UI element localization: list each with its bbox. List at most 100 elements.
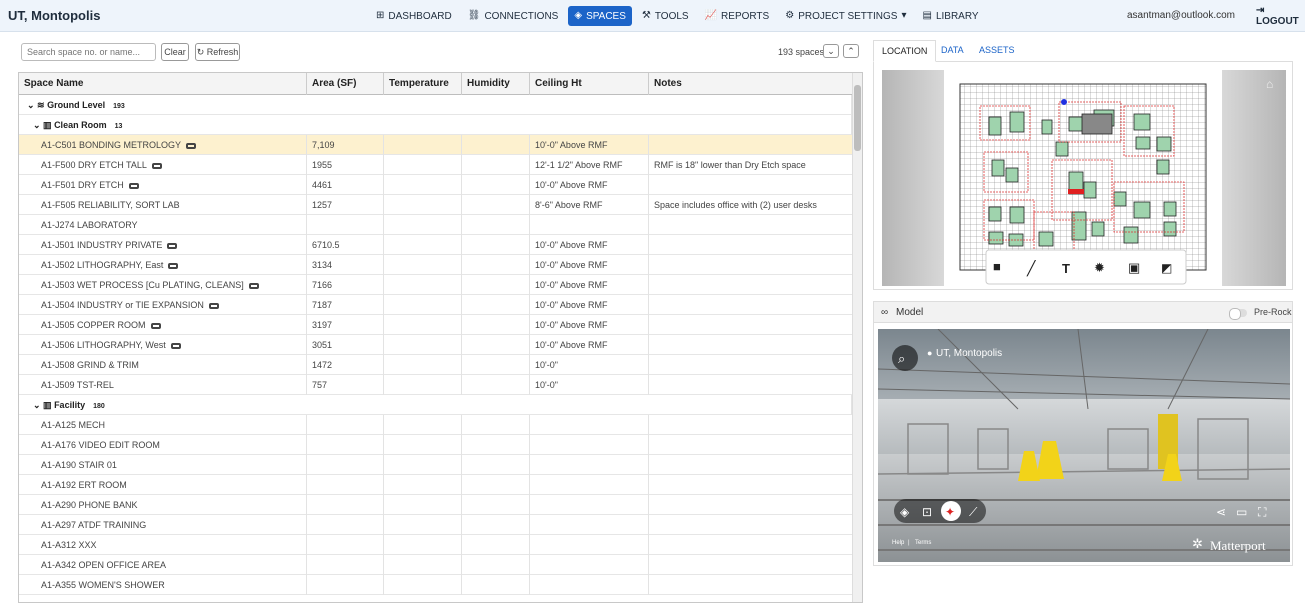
table-row[interactable]: A1-J501 INDUSTRY PRIVATE 6710.5 10'-0" Abo… — [19, 235, 852, 255]
humidity-cell — [462, 195, 530, 215]
empty-cell — [384, 415, 462, 435]
vr-goggles-icon[interactable] — [170, 342, 181, 349]
chevrons-up-icon: ⌃ — [847, 45, 855, 56]
empty-cell — [307, 495, 384, 515]
table-row[interactable]: A1-A290 PHONE BANK — [19, 495, 852, 515]
col-space-name[interactable]: Space Name — [19, 73, 307, 95]
table-row[interactable]: A1-J506 LITHOGRAPHY, West 3051 10'-0" Abov… — [19, 335, 852, 355]
nav-reports[interactable]: 📈 REPORTS — [699, 6, 776, 26]
empty-cell — [384, 555, 462, 575]
col-humidity[interactable]: Humidity — [462, 73, 530, 95]
floor-plan-viewer[interactable]: ⌂ ■ ╱ T ✹ ▣ ◩ — [873, 62, 1293, 290]
temperature-cell — [384, 315, 462, 335]
notes-cell: RMF is 18" lower than Dry Etch space — [654, 160, 806, 170]
scroll-thumb[interactable] — [854, 85, 861, 151]
home-icon: ⌂ — [1266, 77, 1273, 91]
empty-cell — [649, 475, 852, 495]
clear-button[interactable]: Clear — [161, 43, 189, 61]
table-row[interactable]: A1-A176 VIDEO EDIT ROOM — [19, 435, 852, 455]
table-row[interactable]: A1-A312 XXX — [19, 535, 852, 555]
space-name-cell: A1-J506 LITHOGRAPHY, West — [19, 335, 307, 355]
table-row[interactable]: A1-F501 DRY ETCH 4461 10'-0" Above RMF — [19, 175, 852, 195]
table-row[interactable]: A1-J505 COPPER ROOM 3197 10'-0" Above RMF — [19, 315, 852, 335]
group-row-facility[interactable]: ⌄ ▥ Facility 180 — [19, 395, 852, 415]
vr-goggles-icon[interactable] — [151, 162, 162, 169]
temperature-cell — [384, 295, 462, 315]
tab-location[interactable]: LOCATION — [873, 40, 937, 62]
table-row[interactable]: A1-A192 ERT ROOM — [19, 475, 852, 495]
nav-spaces[interactable]: ◈ SPACES — [568, 6, 632, 26]
table-row[interactable]: A1-J502 LITHOGRAPHY, East 3134 10'-0" Abov… — [19, 255, 852, 275]
group-row-ground-level[interactable]: ⌄ ≋ Ground Level 193 — [19, 95, 852, 115]
empty-cell — [649, 555, 852, 575]
temperature-cell — [384, 175, 462, 195]
humidity-cell — [462, 375, 530, 395]
table-row[interactable]: A1-A355 WOMEN'S SHOWER — [19, 575, 852, 595]
col-area[interactable]: Area (SF) — [307, 73, 384, 95]
help-link[interactable]: Help — [892, 540, 904, 546]
table-row[interactable]: A1-J509 TST-REL 757 10'-0" — [19, 375, 852, 395]
empty-cell — [462, 415, 530, 435]
table-row[interactable]: A1-A125 MECH — [19, 415, 852, 435]
temperature-cell — [384, 195, 462, 215]
table-scrollbar[interactable] — [852, 73, 862, 602]
col-notes[interactable]: Notes — [649, 73, 852, 95]
collapse-all-button[interactable]: ⌃ — [843, 44, 859, 58]
refresh-button[interactable]: ↻ Refresh — [195, 43, 240, 61]
notes-cell — [649, 175, 852, 195]
pre-rock-toggle[interactable] — [1229, 308, 1247, 320]
space-name: A1-F500 DRY ETCH TALL — [41, 160, 147, 170]
vr-goggles-icon[interactable] — [168, 262, 179, 269]
tab-assets[interactable]: ASSETS — [971, 40, 1023, 62]
table-row[interactable]: A1-J508 GRIND & TRIM 1472 10'-0" — [19, 355, 852, 375]
nav-library[interactable]: ▤ LIBRARY — [917, 6, 985, 26]
nav-dashboard[interactable]: ⊞ DASHBOARD — [370, 6, 458, 26]
vr-goggles-icon[interactable] — [208, 302, 219, 309]
space-name-cell: A1-A355 WOMEN'S SHOWER — [19, 575, 307, 595]
table-row[interactable]: A1-A297 ATDF TRAINING — [19, 515, 852, 535]
nav-label: LIBRARY — [935, 10, 979, 22]
chevron-down-icon[interactable]: ⌄ — [33, 400, 43, 410]
table-row[interactable]: A1-J503 WET PROCESS [Cu PLATING, CLEANS]… — [19, 275, 852, 295]
space-name: A1-J509 TST-REL — [41, 380, 114, 390]
logout-button[interactable]: ⇥ LOGOUT — [1256, 5, 1305, 27]
group-row-clean-room[interactable]: ⌄ ▥ Clean Room 13 — [19, 115, 852, 135]
vr-goggles-icon[interactable] — [150, 322, 161, 329]
ceiling-ht-cell: 10'-0" Above RMF — [530, 135, 649, 155]
matterport-viewer[interactable]: ⌕ ● ◈ ⊡ ✦ ⟋ ⋖ ▭ ⛶ ✲ UT, Montopolis Help … — [878, 329, 1290, 562]
vr-goggles-icon[interactable] — [167, 242, 178, 249]
search-input[interactable] — [21, 43, 156, 61]
area-cell: 3051 — [307, 335, 384, 355]
vr-goggles-icon[interactable] — [248, 282, 259, 289]
table-row[interactable]: A1-A190 STAIR 01 — [19, 455, 852, 475]
col-ceiling-ht[interactable]: Ceiling Ht — [530, 73, 649, 95]
building-icon: ▥ — [43, 120, 55, 130]
terms-link[interactable]: Terms — [915, 540, 931, 546]
selected-space-marker — [1068, 189, 1084, 194]
area-cell: 757 — [307, 375, 384, 395]
nav-connections[interactable]: ⛓ CONNECTIONS — [462, 6, 565, 26]
col-temperature[interactable]: Temperature — [384, 73, 462, 95]
table-row[interactable]: A1-J274 LABORATORY — [19, 215, 852, 235]
chevron-down-icon[interactable]: ⌄ — [33, 120, 43, 130]
table-row[interactable]: A1-F505 RELIABILITY, SORT LAB 1257 8'-6" A… — [19, 195, 852, 215]
table-row[interactable]: A1-A342 OPEN OFFICE AREA — [19, 555, 852, 575]
table-row[interactable]: A1-C501 BONDING METROLOGY 7,109 10'-0" Abo… — [19, 135, 852, 155]
area-cell: 1955 — [307, 155, 384, 175]
nav-project-settings[interactable]: ⚙ PROJECT SETTINGS ▾ — [779, 6, 912, 26]
empty-cell — [530, 475, 649, 495]
nav-tools[interactable]: ⚒ TOOLS — [636, 6, 695, 26]
table-row[interactable]: A1-J504 INDUSTRY or TIE EXPANSION 7187 10'… — [19, 295, 852, 315]
table-row[interactable]: A1-F500 DRY ETCH TALL 1955 12'-1 1/2" Abov… — [19, 155, 852, 175]
pano-scene: ⌕ ● ◈ ⊡ ✦ ⟋ ⋖ ▭ ⛶ ✲ — [878, 329, 1290, 562]
vr-goggles-icon[interactable] — [186, 142, 197, 149]
chevron-down-icon[interactable]: ⌄ — [27, 100, 37, 110]
tools-icon: ⚒ — [641, 10, 651, 21]
space-name: A1-J505 COPPER ROOM — [41, 320, 146, 330]
humidity-cell — [462, 295, 530, 315]
space-name-cell: A1-A125 MECH — [19, 415, 307, 435]
tab-data[interactable]: DATA — [933, 40, 972, 62]
vr-goggles-icon[interactable] — [128, 182, 139, 189]
notes-cell — [649, 215, 852, 235]
expand-all-button[interactable]: ⌄ — [823, 44, 839, 58]
